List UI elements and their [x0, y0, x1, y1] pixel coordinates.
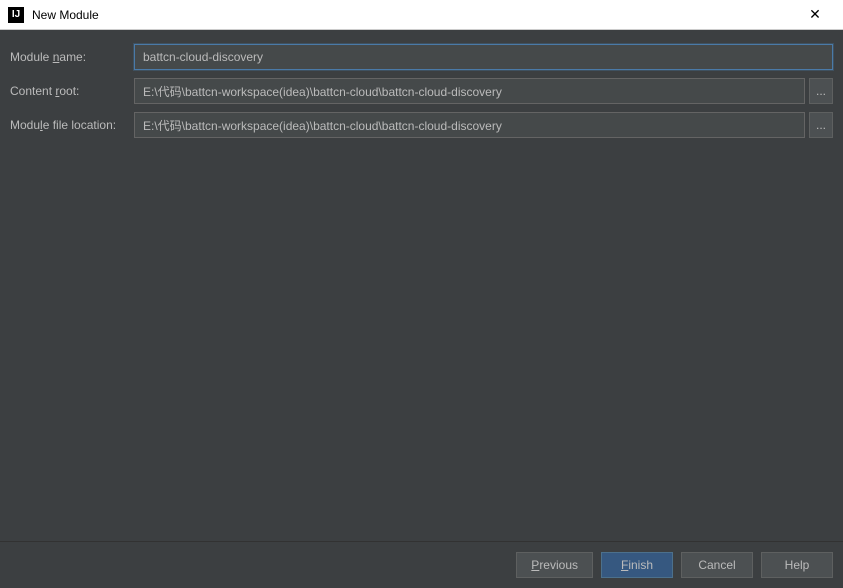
window-title: New Module	[32, 8, 795, 22]
module-name-label: Module name:	[10, 50, 130, 64]
close-icon[interactable]: ✕	[795, 1, 835, 29]
finish-button[interactable]: Finish	[601, 552, 673, 578]
module-file-location-row: Module file location: ...	[10, 112, 833, 138]
module-file-location-input[interactable]	[134, 112, 805, 138]
module-name-input[interactable]	[134, 44, 833, 70]
content-root-browse-button[interactable]: ...	[809, 78, 833, 104]
app-icon-text: IJ	[12, 9, 20, 20]
module-name-row: Module name:	[10, 44, 833, 70]
content-root-input[interactable]	[134, 78, 805, 104]
cancel-button[interactable]: Cancel	[681, 552, 753, 578]
module-file-location-label: Module file location:	[10, 118, 130, 132]
content-root-label: Content root:	[10, 84, 130, 98]
app-icon: IJ	[8, 7, 24, 23]
button-bar: Previous Finish Cancel Help	[0, 541, 843, 588]
module-file-location-browse-button[interactable]: ...	[809, 112, 833, 138]
content-root-row: Content root: ...	[10, 78, 833, 104]
previous-button[interactable]: Previous	[516, 552, 593, 578]
form-content: Module name: Content root: ... Module fi…	[0, 30, 843, 541]
help-button[interactable]: Help	[761, 552, 833, 578]
titlebar: IJ New Module ✕	[0, 0, 843, 30]
